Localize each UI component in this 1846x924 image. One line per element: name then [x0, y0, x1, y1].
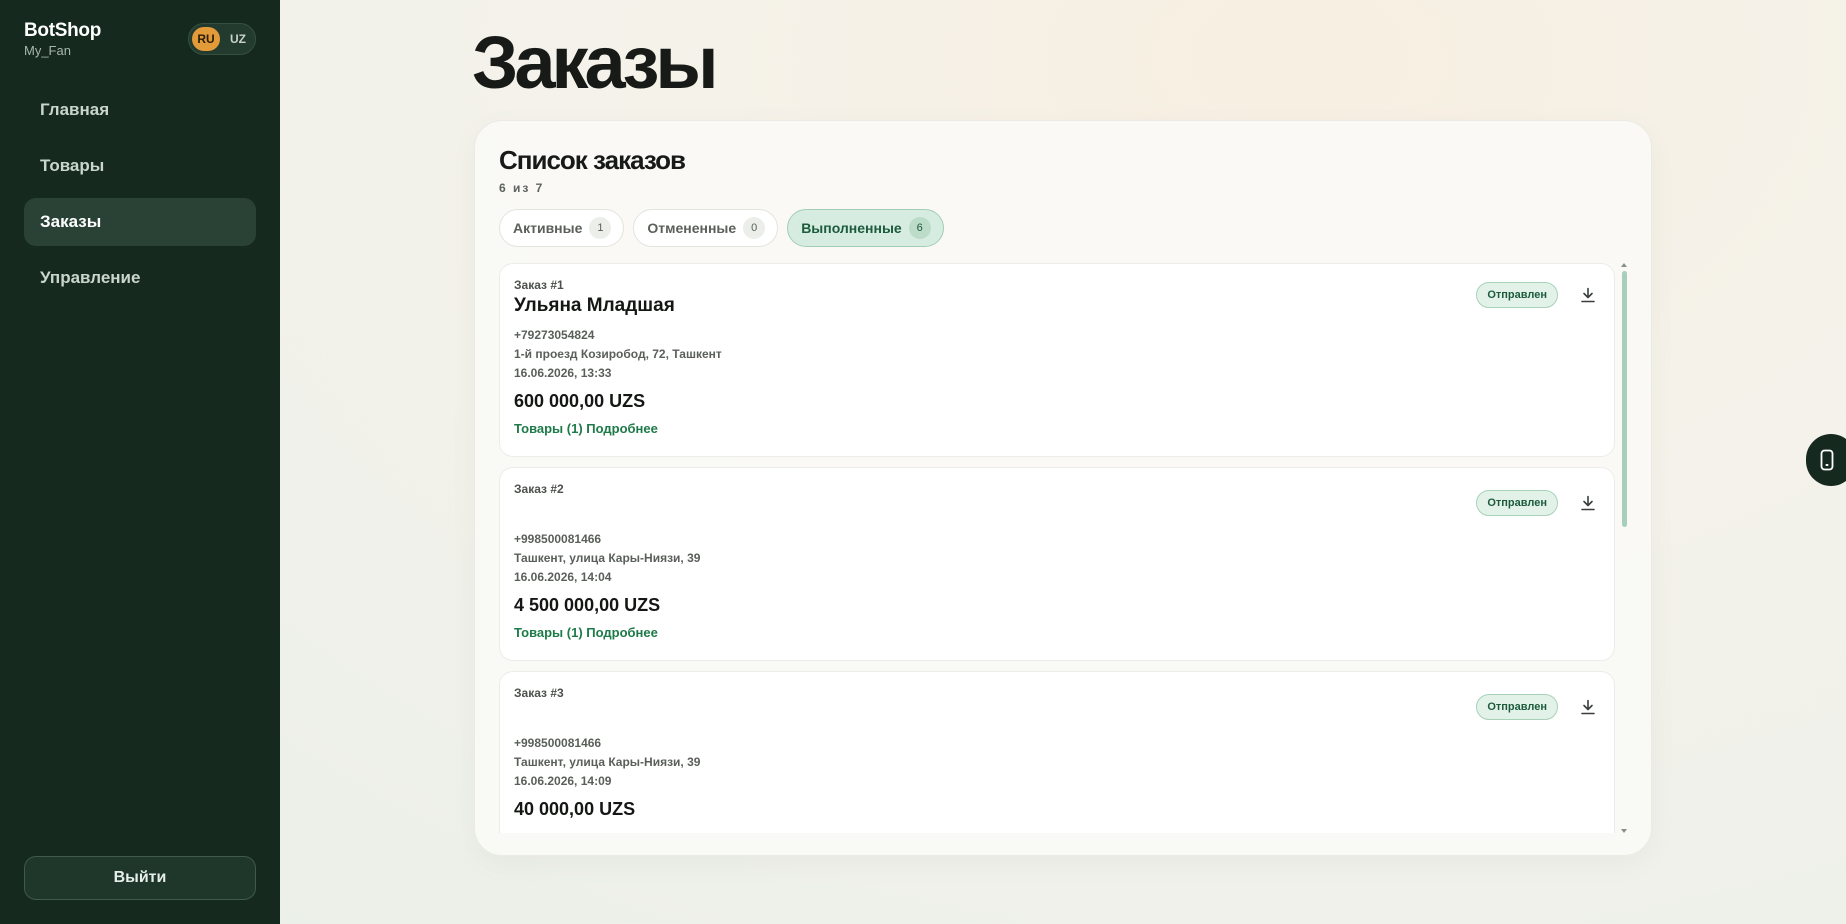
order-number: Заказ #2	[514, 482, 564, 496]
lang-uz-button[interactable]: UZ	[224, 27, 252, 51]
scroll-up-arrow[interactable]	[1621, 263, 1627, 267]
download-button[interactable]	[1576, 491, 1600, 515]
orders-list[interactable]: Заказ #1 Ульяна Младшая +79273054824 1-й…	[499, 263, 1615, 833]
sidebar: BotShop My_Fan RU UZ Главная Товары Зака…	[0, 0, 280, 924]
delivery-address: Ташкент, улица Кары-Ниязи, 39	[514, 551, 701, 565]
page-title: Заказы	[472, 21, 719, 104]
order-card: Заказ #1 Ульяна Младшая +79273054824 1-й…	[499, 263, 1615, 457]
order-date: 16.06.2026, 14:04	[514, 570, 612, 584]
sidebar-nav: Главная Товары Заказы Управление	[24, 86, 256, 310]
order-date: 16.06.2026, 13:33	[514, 366, 612, 380]
order-total: 600 000,00 UZS	[514, 391, 646, 411]
customer-name	[514, 499, 1600, 521]
download-button[interactable]	[1576, 695, 1600, 719]
order-card: Заказ #3 +998500081466 Ташкент, улица Ка…	[499, 671, 1615, 833]
customer-name	[514, 703, 1600, 725]
brand: BotShop My_Fan	[24, 20, 101, 58]
sidebar-item-orders[interactable]: Заказы	[24, 198, 256, 246]
tab-completed[interactable]: Выполненные 6	[787, 209, 944, 247]
order-details-link[interactable]: Товары (1) Подробнее	[514, 625, 1600, 640]
customer-phone: +998500081466	[514, 532, 602, 546]
orders-panel: Список заказов 6 из 7 Активные 1 Отменен…	[474, 120, 1652, 856]
order-number: Заказ #3	[514, 686, 564, 700]
status-tabs: Активные 1 Отмененные 0 Выполненные 6	[499, 209, 944, 247]
tab-active[interactable]: Активные 1	[499, 209, 625, 247]
download-icon	[1581, 287, 1595, 303]
delivery-address: Ташкент, улица Кары-Ниязи, 39	[514, 755, 701, 769]
order-details-link[interactable]: Товары (1) Подробнее	[514, 421, 1600, 436]
delivery-address: 1-й проезд Козиробод, 72, Ташкент	[514, 347, 722, 361]
tab-label: Выполненные	[801, 220, 902, 236]
order-total: 40 000,00 UZS	[514, 799, 636, 819]
panel-title: Список заказов	[499, 145, 686, 175]
tab-count-badge: 0	[743, 217, 766, 239]
brand-name: BotShop	[24, 20, 102, 41]
orders-count: 6 из 7	[499, 181, 545, 195]
order-date: 16.06.2026, 14:09	[514, 774, 612, 788]
download-button[interactable]	[1576, 283, 1600, 307]
lang-ru-button[interactable]: RU	[192, 27, 220, 51]
download-icon	[1581, 699, 1595, 715]
order-total: 4 500 000,00 UZS	[514, 595, 661, 615]
customer-name: Ульяна Младшая	[514, 295, 675, 316]
customer-phone: +998500081466	[514, 736, 602, 750]
scroll-down-arrow[interactable]	[1621, 829, 1627, 833]
status-badge: Отправлен	[1476, 490, 1558, 516]
orders-scrollbar[interactable]	[1621, 263, 1627, 833]
tab-label: Активные	[513, 220, 583, 236]
scroll-thumb[interactable]	[1622, 271, 1627, 527]
order-number: Заказ #1	[514, 278, 564, 292]
mobile-preview-button[interactable]	[1806, 434, 1846, 486]
shop-name: My_Fan	[24, 43, 71, 58]
mobile-icon	[1820, 449, 1834, 471]
order-card: Заказ #2 +998500081466 Ташкент, улица Ка…	[499, 467, 1615, 661]
logout-button[interactable]: Выйти	[24, 856, 256, 900]
status-badge: Отправлен	[1476, 282, 1558, 308]
tab-count-badge: 1	[589, 217, 612, 239]
sidebar-item-products[interactable]: Товары	[24, 142, 256, 190]
download-icon	[1581, 495, 1595, 511]
sidebar-item-home[interactable]: Главная	[24, 86, 256, 134]
tab-cancelled[interactable]: Отмененные 0	[633, 209, 779, 247]
tab-count-badge: 6	[908, 217, 931, 239]
customer-phone: +79273054824	[514, 328, 595, 342]
language-switcher: RU UZ	[188, 23, 256, 55]
sidebar-item-management[interactable]: Управление	[24, 254, 256, 302]
tab-label: Отмененные	[647, 220, 737, 236]
status-badge: Отправлен	[1476, 694, 1558, 720]
